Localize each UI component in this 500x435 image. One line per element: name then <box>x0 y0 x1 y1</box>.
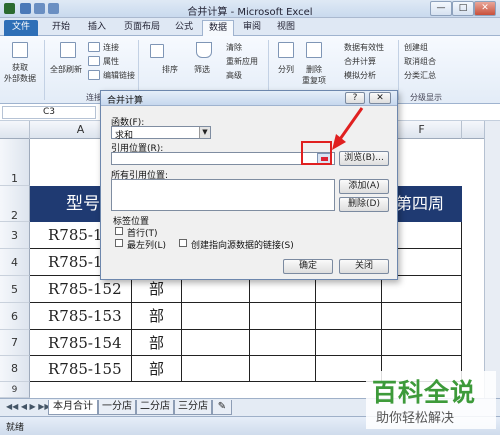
cell-f6[interactable] <box>382 303 462 330</box>
grid-line <box>182 329 382 330</box>
tab-page-layout[interactable]: 页面布局 <box>118 20 166 36</box>
text-to-columns-button[interactable]: 分列 <box>278 64 294 75</box>
row-header[interactable]: 8 <box>0 356 30 382</box>
watermark: 百科全说 助你轻松解决 <box>366 371 496 429</box>
close-window-button[interactable]: ✕ <box>474 1 496 16</box>
row-header[interactable]: 5 <box>0 276 30 303</box>
link-source-label: 创建指向源数据的链接(S) <box>191 241 294 251</box>
window-title: 合并计算 - Microsoft Excel <box>187 7 313 18</box>
sheet-nav-arrows-icon[interactable]: ◀◀ ◀ ▶ ▶▶ <box>6 402 51 411</box>
status-ready: 就绪 <box>6 423 25 433</box>
subtotal-button[interactable]: 分类汇总 <box>404 70 436 81</box>
left-column-label: 最左列(L) <box>127 241 167 251</box>
minimize-button[interactable]: — <box>430 1 452 16</box>
edit-links-button[interactable]: 编辑链接 <box>103 70 135 81</box>
row-header[interactable]: 2 <box>0 186 30 222</box>
filter-button[interactable]: 筛选 <box>194 64 210 75</box>
row-header[interactable]: 9 <box>0 382 30 398</box>
first-row-checkbox[interactable] <box>115 227 123 235</box>
tab-review[interactable]: 审阅 <box>238 20 266 36</box>
cell-b6[interactable]: 部 <box>132 303 182 330</box>
dialog-title: 合并计算 <box>107 96 144 106</box>
watermark-subtitle: 助你轻松解决 <box>376 411 455 426</box>
tab-insert[interactable]: 插入 <box>82 20 112 36</box>
what-if-button[interactable]: 模拟分析 <box>344 70 376 81</box>
delete-button[interactable]: 删除(D) <box>339 197 389 212</box>
data-validation-button[interactable]: 数据有效性 <box>344 42 384 53</box>
remove-duplicates-button[interactable]: 删除 重复项 <box>302 64 326 86</box>
dialog-close-icon[interactable]: ✕ <box>369 92 391 104</box>
all-references-list[interactable] <box>111 179 335 211</box>
cell-b5[interactable]: 部 <box>132 276 182 303</box>
cell-b8[interactable]: 部 <box>132 356 182 382</box>
tab-home[interactable]: 开始 <box>46 20 76 36</box>
properties-icon <box>88 56 100 66</box>
cell-a5[interactable]: R785-152 <box>30 276 132 303</box>
add-button[interactable]: 添加(A) <box>339 179 389 194</box>
grid-line <box>182 302 382 303</box>
get-external-data-button[interactable]: 获取 外部数据 <box>4 62 36 84</box>
select-all-corner[interactable] <box>0 121 30 139</box>
separator <box>398 40 399 100</box>
maximize-button[interactable]: □ <box>452 1 474 16</box>
ok-button[interactable]: 确定 <box>283 259 333 274</box>
cell-b7[interactable]: 部 <box>132 330 182 356</box>
tab-view[interactable]: 视图 <box>272 20 300 36</box>
vertical-scrollbar[interactable] <box>484 121 500 398</box>
tab-file[interactable]: 文件 <box>4 20 38 36</box>
tab-data[interactable]: 数据 <box>202 20 234 36</box>
row-header[interactable]: 4 <box>0 249 30 276</box>
cell-a6[interactable]: R785-153 <box>30 303 132 330</box>
left-column-checkbox[interactable] <box>115 239 123 247</box>
tab-formulas[interactable]: 公式 <box>170 20 198 36</box>
consolidate-button[interactable]: 合并计算 <box>344 56 376 67</box>
group-button[interactable]: 创建组 <box>404 42 428 53</box>
get-data-icon[interactable] <box>12 42 28 58</box>
reapply-button[interactable]: 重新应用 <box>226 56 258 67</box>
sheet-tab-total[interactable]: 本月合计 <box>48 400 98 415</box>
group-label-outline: 分级显示 <box>410 93 442 102</box>
advanced-button[interactable]: 高级 <box>226 70 242 81</box>
row-header[interactable]: 1 <box>0 139 30 186</box>
link-source-checkbox[interactable] <box>179 239 187 247</box>
separator <box>44 40 45 100</box>
text-to-columns-icon[interactable] <box>278 42 294 58</box>
remove-duplicates-icon[interactable] <box>306 42 322 58</box>
red-arrow-icon <box>332 107 364 150</box>
help-button[interactable]: ? <box>345 92 365 104</box>
cell-f7[interactable] <box>382 330 462 356</box>
sheet-tab-store2[interactable]: 二分店 <box>136 400 174 415</box>
connections-button[interactable]: 连接 <box>103 42 119 53</box>
title-bar: 合并计算 - Microsoft Excel — □ ✕ <box>0 0 500 18</box>
cell-f5[interactable] <box>382 276 462 303</box>
cell-a7[interactable]: R785-154 <box>30 330 132 356</box>
filter-icon[interactable] <box>196 42 212 58</box>
row-header[interactable]: 6 <box>0 303 30 330</box>
insert-sheet-icon[interactable]: ✎ <box>212 400 232 415</box>
row-header[interactable]: 7 <box>0 330 30 356</box>
function-select-value: 求和 <box>115 131 134 141</box>
grid-line <box>182 355 382 356</box>
sort-icon[interactable] <box>150 44 164 58</box>
ungroup-button[interactable]: 取消组合 <box>404 56 436 67</box>
name-box[interactable]: C3 <box>2 106 96 119</box>
sort-button[interactable]: 排序 <box>162 64 178 75</box>
properties-button[interactable]: 属性 <box>103 56 119 67</box>
watermark-title: 百科全说 <box>372 378 477 407</box>
edit-links-icon <box>88 70 100 80</box>
connections-icon <box>88 42 100 52</box>
row-header[interactable]: 3 <box>0 222 30 249</box>
function-select[interactable]: 求和 ▼ <box>111 126 211 141</box>
clear-button[interactable]: 清除 <box>226 42 242 53</box>
refresh-all-button[interactable]: 全部刷新 <box>50 64 82 75</box>
refresh-icon[interactable] <box>60 42 76 58</box>
cell-a8[interactable]: R785-155 <box>30 356 132 382</box>
close-button[interactable]: 关闭 <box>339 259 389 274</box>
ribbon-tabs: 文件 开始 插入 页面布局 公式 数据 审阅 视图 <box>0 18 500 36</box>
chevron-down-icon[interactable]: ▼ <box>199 127 210 138</box>
sheet-tab-store1[interactable]: 一分店 <box>98 400 136 415</box>
sheet-tab-store3[interactable]: 三分店 <box>174 400 212 415</box>
